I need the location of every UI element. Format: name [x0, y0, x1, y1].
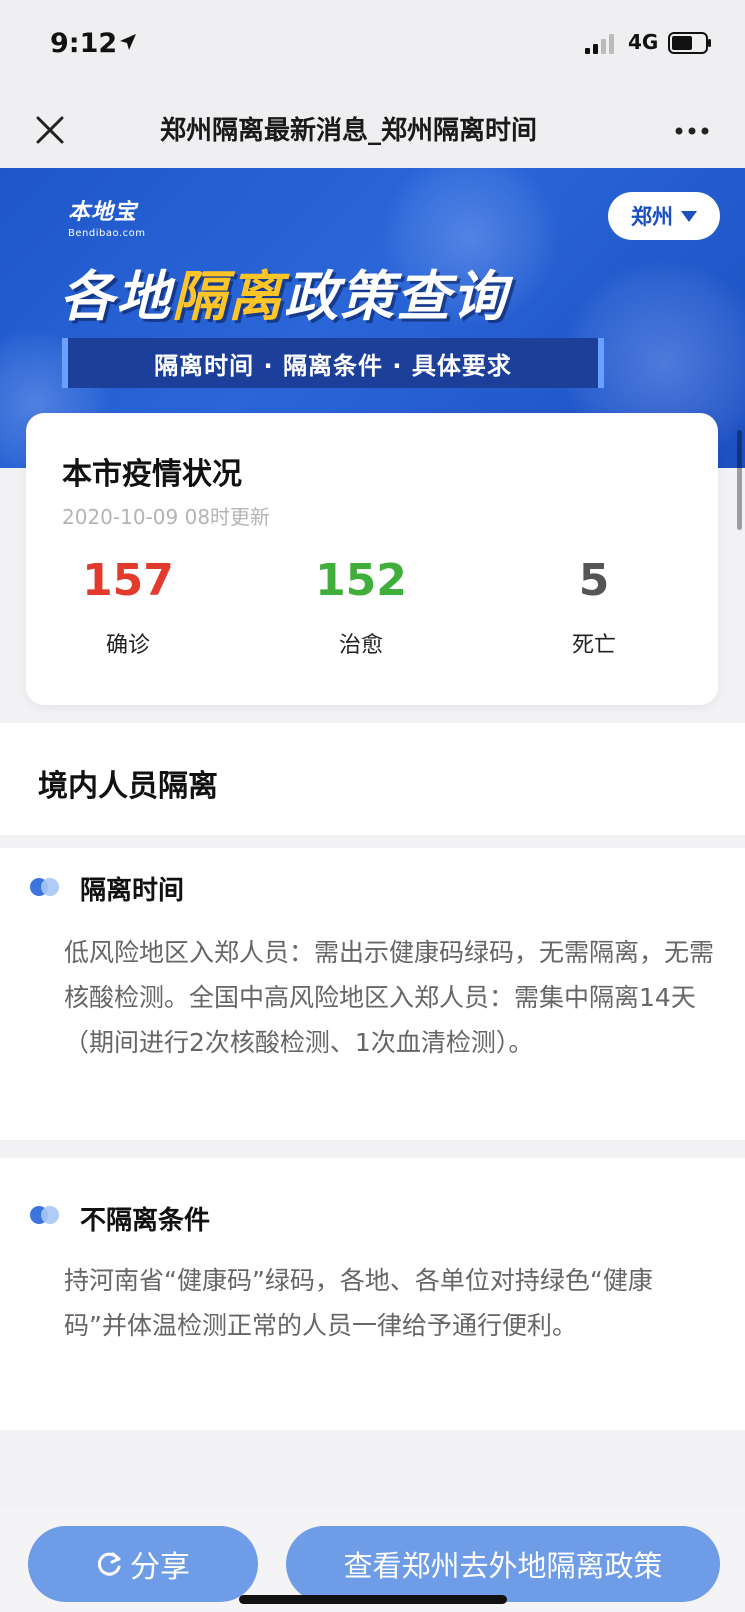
location-arrow-icon — [120, 34, 136, 50]
section-title: 境内人员隔离 — [38, 769, 218, 804]
share-icon — [97, 1552, 121, 1576]
banner-subtitle-strip: 隔离时间 · 隔离条件 · 具体要求 — [62, 338, 604, 388]
policy-block-quarantine-time: 隔离时间 低风险地区入郑人员：需出示健康码绿码，无需隔离，无需核酸检测。全国中高… — [0, 848, 745, 1140]
banner-title-highlight: 隔离 — [172, 265, 284, 328]
stat-label: 确诊 — [105, 633, 150, 658]
bullet-dots-icon — [30, 1206, 60, 1224]
section-header: 境内人员隔离 — [0, 723, 745, 835]
page-title: 郑州隔离最新消息_郑州隔离时间 — [160, 116, 538, 146]
caret-down-icon — [681, 210, 697, 222]
stat-value: 157 — [82, 555, 174, 606]
status-time: 9:12 — [50, 28, 118, 59]
stat-deaths: 5 死亡 — [494, 559, 694, 659]
view-outbound-policy-button[interactable]: 查看郑州去外地隔离政策 — [286, 1526, 720, 1602]
banner-title: 各地隔离政策查询 — [60, 252, 508, 331]
scrollbar[interactable] — [737, 430, 742, 530]
home-indicator[interactable] — [239, 1595, 507, 1604]
block-title: 不隔离条件 — [80, 1206, 211, 1236]
cellular-signal-icon — [585, 34, 614, 54]
bendibao-logo: 本地宝 Bendibao.com — [68, 194, 168, 239]
city-label: 郑州 — [631, 205, 673, 229]
stats-updated-time: 2020-10-09 08时更新 — [62, 505, 271, 529]
network-type: 4G — [628, 30, 659, 54]
city-selector[interactable]: 郑州 — [608, 192, 720, 240]
stat-confirmed: 157 确诊 — [28, 559, 228, 659]
banner-title-part1: 各地 — [60, 265, 172, 328]
block-title: 隔离时间 — [80, 876, 185, 906]
stat-value: 5 — [578, 555, 610, 606]
bullet-dots-icon — [30, 878, 60, 896]
share-label: 分享 — [130, 1550, 190, 1585]
status-bar: 9:12 4G — [0, 0, 745, 92]
battery-icon — [668, 32, 711, 54]
stat-label: 死亡 — [571, 633, 616, 658]
policy-button-label: 查看郑州去外地隔离政策 — [343, 1549, 663, 1583]
more-options-icon[interactable] — [672, 116, 712, 146]
banner-title-part2: 政策查询 — [284, 265, 508, 328]
policy-block-exemption: 不隔离条件 持河南省“健康码”绿码，各地、各单位对持绿色“健康码”并体温检测正常… — [0, 1158, 745, 1430]
stat-label: 治愈 — [338, 633, 383, 658]
logo-subtext: Bendibao.com — [68, 228, 146, 239]
banner-subtitle: 隔离时间 · 隔离条件 · 具体要求 — [154, 351, 512, 380]
stat-cured: 152 治愈 — [261, 559, 461, 659]
stats-card: 本市疫情状况 2020-10-09 08时更新 157 确诊 152 治愈 5 … — [26, 413, 718, 705]
share-button[interactable]: 分享 — [28, 1526, 258, 1602]
close-icon[interactable] — [30, 110, 70, 150]
stats-title: 本市疫情状况 — [62, 457, 242, 492]
block-body: 持河南省“健康码”绿码，各地、各单位对持绿色“健康码”并体温检测正常的人员一律给… — [64, 1266, 653, 1340]
logo-text: 本地宝 — [68, 200, 138, 225]
stat-value: 152 — [315, 555, 407, 606]
nav-bar: 郑州隔离最新消息_郑州隔离时间 — [0, 92, 745, 168]
block-body: 低风险地区入郑人员：需出示健康码绿码，无需隔离，无需核酸检测。全国中高风险地区入… — [64, 938, 715, 1057]
